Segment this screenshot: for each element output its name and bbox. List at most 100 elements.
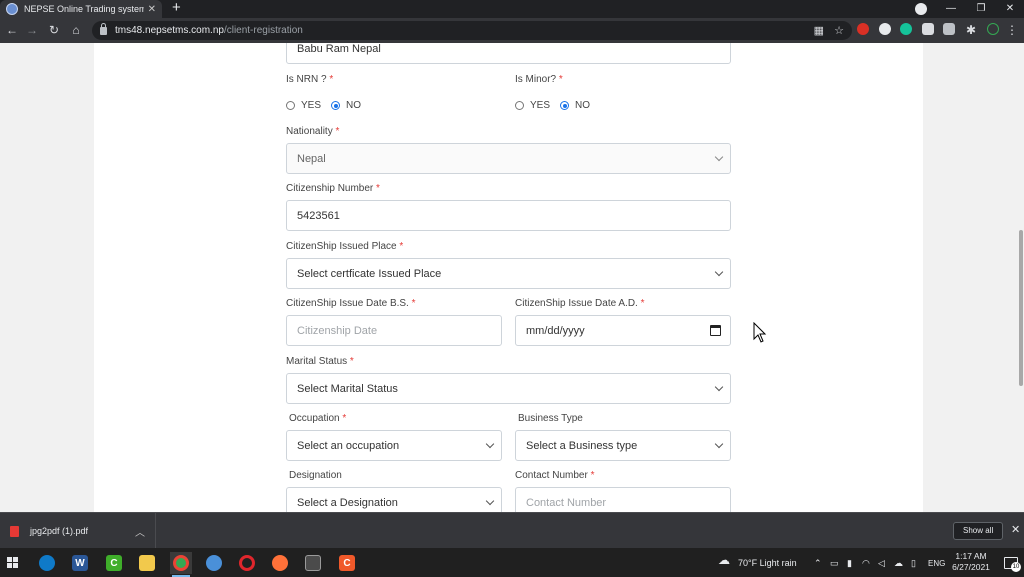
marital-status-value: Select Marital Status (297, 382, 398, 395)
lock-icon[interactable] (100, 22, 107, 35)
close-tab-icon[interactable]: ✕ (148, 4, 156, 15)
close-downloads-icon[interactable]: ✕ (1011, 523, 1020, 536)
issued-place-select[interactable]: Select certficate Issued Place (286, 258, 731, 289)
browser-menu-icon[interactable]: ⋮ (1004, 22, 1020, 38)
notification-center-icon[interactable]: 10 (1004, 557, 1021, 572)
occupation-select[interactable]: Select an occupation (286, 430, 502, 461)
opera-icon[interactable] (236, 552, 258, 574)
is-minor-no-label: NO (575, 100, 591, 111)
registration-form: Babu Ram Nepal Is NRN ? * YES NO Is Mino… (94, 43, 923, 512)
clock-date: 6/27/2021 (952, 562, 990, 572)
word-icon[interactable]: W (69, 552, 91, 574)
edge-icon[interactable] (36, 552, 58, 574)
citizenship-number-input[interactable]: 5423561 (286, 200, 731, 231)
nationality-select[interactable]: Nepal (286, 143, 731, 174)
scrollbar-thumb[interactable] (1019, 230, 1023, 386)
business-type-value: Select a Business type (526, 439, 638, 452)
browser-tab[interactable]: NEPSE Online Trading system ✕ (0, 0, 162, 18)
designation-label: Designation (289, 470, 342, 481)
microphone-icon[interactable]: ▮ (847, 559, 852, 568)
qr-code-icon[interactable]: ▦ (814, 24, 824, 37)
calendar-icon[interactable] (710, 325, 721, 336)
show-all-button[interactable]: Show all (953, 522, 1004, 540)
browser-titlebar: NEPSE Online Trading system ✕ + — ❐ ✕ (0, 0, 1024, 18)
chevron-down-icon (714, 439, 724, 449)
download-item[interactable]: jpg2pdf (1).pdf ︿ (0, 513, 156, 549)
issue-date-ad-value: mm/dd/yyyy (526, 324, 585, 337)
calculator-icon[interactable] (302, 552, 324, 574)
issued-place-label: CitizenShip Issued Place * (286, 241, 404, 252)
grammarly-icon[interactable] (900, 23, 912, 35)
contact-number-label: Contact Number * (515, 470, 595, 481)
extensions-puzzle-icon[interactable]: ✱ (963, 22, 979, 38)
battery-icon[interactable]: ▭ (830, 559, 839, 568)
taskbar-clock[interactable]: 1:17 AM 6/27/2021 (950, 551, 992, 573)
mouse-cursor-icon (753, 322, 767, 343)
extension-icon[interactable] (879, 23, 891, 35)
device-icon[interactable]: ▯ (911, 559, 916, 568)
chevron-down-icon (485, 439, 495, 449)
nationality-label: Nationality * (286, 126, 340, 137)
business-type-select[interactable]: Select a Business type (515, 430, 731, 461)
is-minor-no-radio[interactable] (560, 101, 570, 110)
is-nrn-yes-radio[interactable] (286, 101, 295, 110)
address-bar[interactable]: tms48.nepsetms.com.np /client-registrati… (92, 21, 852, 40)
is-nrn-no-label: NO (346, 100, 362, 111)
cloud-rain-icon: ☁ (718, 553, 730, 567)
onedrive-icon[interactable]: ☁ (894, 559, 903, 568)
page-viewport: Babu Ram Nepal Is NRN ? * YES NO Is Mino… (0, 43, 1024, 512)
network-icon[interactable]: ◠ (862, 559, 870, 568)
is-minor-yes-label: YES (530, 100, 551, 111)
extension-icon[interactable] (857, 23, 869, 35)
new-tab-button[interactable]: + (172, 0, 181, 18)
page-scrollbar[interactable] (1018, 43, 1024, 512)
designation-select[interactable]: Select a Designation (286, 487, 502, 512)
firefox-icon[interactable] (269, 552, 291, 574)
window-close-button[interactable]: ✕ (996, 0, 1024, 18)
chevron-down-icon (485, 496, 495, 506)
app-icon[interactable] (203, 552, 225, 574)
issue-date-ad-label: CitizenShip Issue Date A.D. * (515, 298, 645, 309)
is-nrn-yes-label: YES (301, 100, 322, 111)
restore-button[interactable]: ❐ (967, 0, 995, 18)
is-nrn-no-radio[interactable] (331, 101, 341, 110)
tab-search-icon[interactable] (915, 3, 927, 15)
downloads-bar: jpg2pdf (1).pdf ︿ Show all ✕ (0, 512, 1024, 549)
camtasia-recorder-icon[interactable]: C (336, 552, 358, 574)
extension-icon[interactable] (943, 23, 955, 35)
chevron-up-icon[interactable]: ⌃ (814, 559, 822, 568)
chevron-up-icon[interactable]: ︿ (135, 524, 145, 539)
reload-icon[interactable]: ↻ (46, 22, 62, 38)
camtasia-icon[interactable]: C (103, 552, 125, 574)
minimize-button[interactable]: — (937, 0, 965, 18)
clock-time: 1:17 AM (955, 551, 987, 561)
extension-icon[interactable] (987, 23, 999, 35)
back-icon[interactable]: ← (4, 22, 20, 38)
business-type-label: Business Type (518, 413, 583, 424)
chrome-icon[interactable] (170, 552, 192, 577)
bookmark-star-icon[interactable]: ☆ (834, 24, 844, 37)
forward-icon[interactable]: → (24, 22, 40, 38)
is-nrn-label: Is NRN ? * (286, 74, 334, 85)
citizenship-number-label: Citizenship Number * (286, 183, 380, 194)
issue-date-ad-input[interactable]: mm/dd/yyyy (515, 315, 731, 346)
marital-status-select[interactable]: Select Marital Status (286, 373, 731, 404)
is-minor-yes-radio[interactable] (515, 101, 524, 110)
windows-start-icon[interactable] (7, 557, 18, 568)
volume-icon[interactable]: ◁ (878, 559, 885, 568)
file-explorer-icon[interactable] (136, 552, 158, 574)
home-icon[interactable]: ⌂ (68, 22, 84, 38)
language-indicator[interactable]: ENG (928, 559, 945, 568)
occupation-value: Select an occupation (297, 439, 400, 452)
chevron-down-icon (714, 152, 724, 162)
issue-date-bs-input[interactable]: Citizenship Date (286, 315, 502, 346)
weather-text[interactable]: 70°F Light rain (738, 558, 797, 568)
full-name-input[interactable]: Babu Ram Nepal (286, 43, 731, 64)
url-host: tms48.nepsetms.com.np (115, 25, 224, 36)
issued-place-value: Select certficate Issued Place (297, 267, 442, 280)
extension-icon[interactable] (922, 23, 934, 35)
is-nrn-radio-group: YES NO (286, 100, 371, 111)
download-file-name: jpg2pdf (1).pdf (30, 526, 89, 536)
marital-status-label: Marital Status * (286, 356, 354, 367)
contact-number-input[interactable]: Contact Number (515, 487, 731, 512)
